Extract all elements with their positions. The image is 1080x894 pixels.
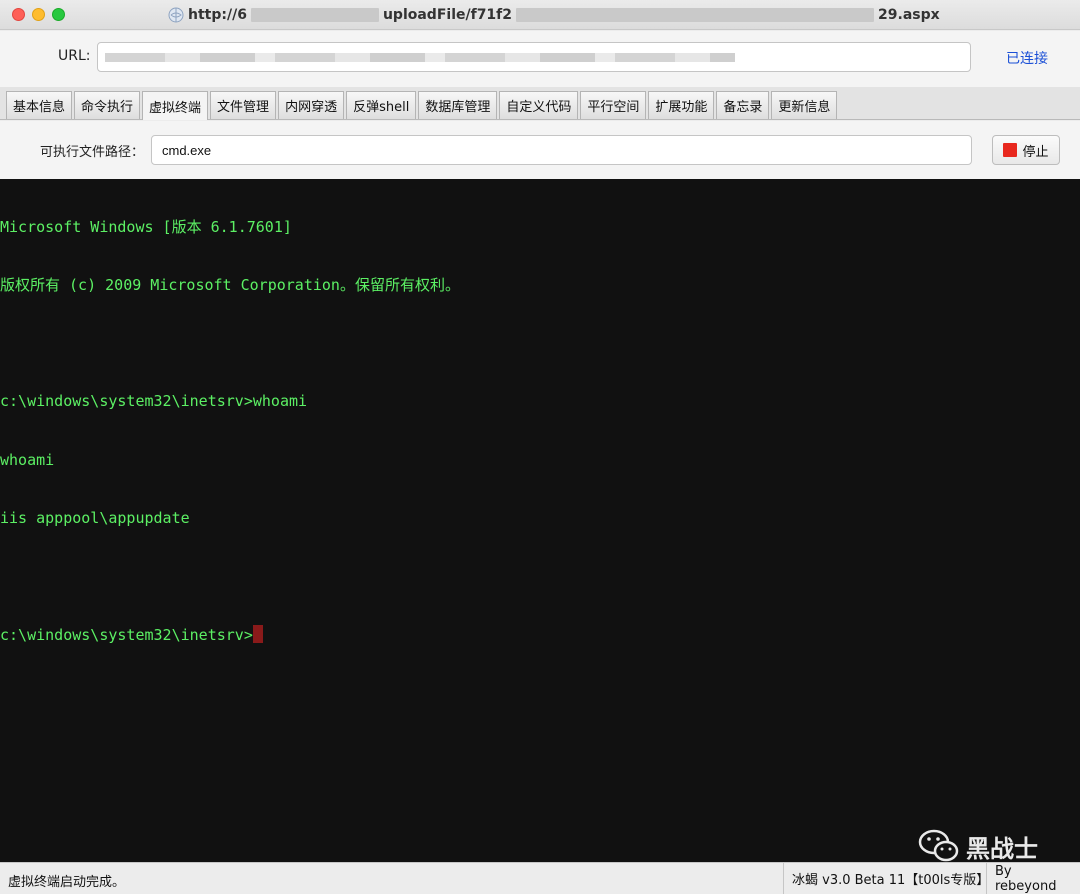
- watermark-text: 黑战士: [966, 834, 1038, 863]
- watermark: 黑战士: [918, 828, 1038, 862]
- status-author: By rebeyond: [986, 863, 1080, 894]
- exec-path-row: 可执行文件路径： 停止: [0, 121, 1080, 179]
- tab-intranet-tunnel[interactable]: 内网穿透: [278, 91, 345, 119]
- stop-button[interactable]: 停止: [992, 135, 1060, 165]
- terminal-prompt: c:\windows\system32\inetsrv>: [0, 626, 253, 645]
- status-bar: 虚拟终端启动完成。 冰蝎 v3.0 Beta 11【t00ls专版】 By re…: [0, 862, 1080, 894]
- tab-label: 虚拟终端: [149, 100, 202, 116]
- title-bar: http://6 uploadFile/f71f2 29.aspx: [0, 0, 1080, 30]
- terminal-output: Microsoft Windows [版本 6.1.7601] 版权所有 (c)…: [0, 179, 460, 683]
- tab-database-manager[interactable]: 数据库管理: [418, 91, 498, 119]
- terminal-line: iis apppool\appupdate: [0, 508, 190, 527]
- tab-label: 平行空间: [587, 100, 640, 115]
- url-row: URL: 已连接: [0, 31, 1080, 87]
- tab-label: 内网穿透: [285, 100, 338, 115]
- terminal-line: Microsoft Windows [版本 6.1.7601]: [0, 217, 292, 236]
- window-title-suffix: 29.aspx: [878, 7, 940, 23]
- terminal-cursor: [252, 625, 263, 644]
- tab-reverse-shell[interactable]: 反弹shell: [346, 91, 417, 119]
- status-version: 冰蝎 v3.0 Beta 11【t00ls专版】: [783, 863, 997, 894]
- redacted-block: [516, 8, 875, 22]
- tab-label: 反弹shell: [353, 100, 410, 115]
- tab-bar: 基本信息 命令执行 虚拟终端 文件管理 内网穿透 反弹shell 数据库管理 自…: [0, 87, 1080, 120]
- zoom-window-button[interactable]: [52, 8, 65, 21]
- wechat-icon: [918, 829, 959, 862]
- tab-basic-info[interactable]: 基本信息: [6, 91, 73, 119]
- tab-label: 自定义代码: [506, 100, 572, 115]
- minimize-window-button[interactable]: [32, 8, 45, 21]
- stop-icon: [1003, 143, 1018, 157]
- tab-label: 基本信息: [13, 100, 66, 115]
- close-window-button[interactable]: [12, 8, 25, 21]
- tab-label: 数据库管理: [425, 100, 491, 115]
- tab-label: 备忘录: [723, 100, 763, 115]
- window-title: http://6 uploadFile/f71f2 29.aspx: [168, 5, 940, 25]
- window-title-mid: uploadFile/f71f2: [382, 7, 513, 23]
- tab-label: 扩展功能: [655, 100, 708, 115]
- url-label: URL:: [58, 48, 91, 64]
- tab-virtual-terminal[interactable]: 虚拟终端: [142, 91, 209, 120]
- redacted-block: [250, 8, 379, 22]
- globe-icon: [168, 7, 184, 23]
- tab-label: 文件管理: [217, 100, 270, 115]
- terminal-area[interactable]: Microsoft Windows [版本 6.1.7601] 版权所有 (c)…: [0, 179, 1080, 862]
- tab-memo[interactable]: 备忘录: [716, 91, 770, 119]
- connection-status: 已连接: [1006, 51, 1048, 67]
- terminal-prompt-line: c:\windows\system32\inetsrv>: [0, 625, 460, 644]
- tab-parallel-space[interactable]: 平行空间: [580, 91, 647, 119]
- tab-list: 基本信息 命令执行 虚拟终端 文件管理 内网穿透 反弹shell 数据库管理 自…: [6, 91, 838, 120]
- terminal-line: whoami: [0, 450, 55, 469]
- tab-custom-code[interactable]: 自定义代码: [499, 91, 579, 119]
- url-input[interactable]: [97, 42, 971, 72]
- status-message: 虚拟终端启动完成。: [8, 875, 126, 890]
- app-window: http://6 uploadFile/f71f2 29.aspx URL: 已…: [0, 0, 1080, 894]
- tab-label: 命令执行: [81, 100, 134, 115]
- stop-button-label: 停止: [1022, 144, 1049, 160]
- window-title-prefix: http://6: [188, 7, 247, 23]
- tab-label: 更新信息: [778, 100, 831, 115]
- tab-extensions[interactable]: 扩展功能: [648, 91, 715, 119]
- terminal-line: c:\windows\system32\inetsrv>whoami: [0, 392, 308, 411]
- tab-file-manager[interactable]: 文件管理: [210, 91, 277, 119]
- tab-update-info[interactable]: 更新信息: [771, 91, 838, 119]
- exec-path-label: 可执行文件路径：: [40, 145, 145, 160]
- terminal-line: 版权所有 (c) 2009 Microsoft Corporation。保留所有…: [0, 276, 460, 295]
- exec-path-input[interactable]: [151, 135, 972, 165]
- tab-command-exec[interactable]: 命令执行: [74, 91, 141, 119]
